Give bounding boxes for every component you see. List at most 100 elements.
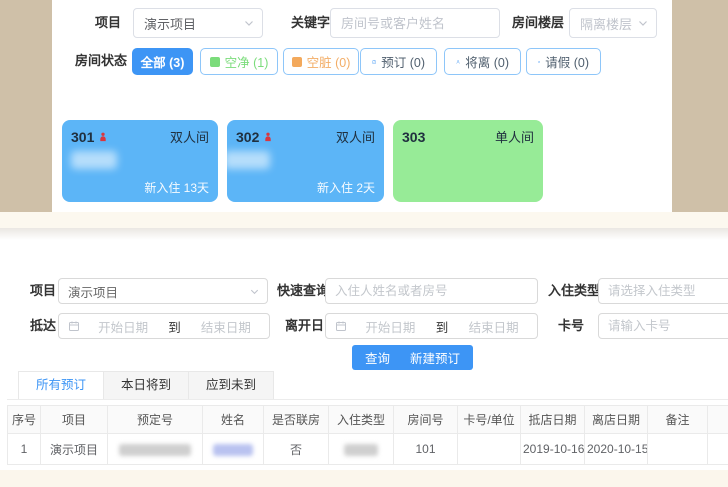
table-header-row: 序号 项目 预定号 姓名 是否联房 入住类型 房间号 卡号/单位 抵店日期 离店… xyxy=(8,406,728,434)
calendar-icon xyxy=(335,320,347,332)
person-icon xyxy=(456,56,460,68)
reservation-tabs: 所有预订 本日将到 应到未到 xyxy=(7,372,728,400)
leave-icon xyxy=(538,56,540,68)
room-card-303[interactable]: 303 单人间 xyxy=(393,120,543,202)
guest-name-redacted xyxy=(224,151,270,169)
room-number: 301 xyxy=(71,129,108,145)
chevron-down-icon xyxy=(243,17,255,29)
cell-card-unit xyxy=(458,434,521,465)
tab-all-reservations[interactable]: 所有预订 xyxy=(18,371,104,399)
cell-project: 演示项目 xyxy=(41,434,108,465)
calendar-icon xyxy=(68,320,80,332)
chevron-down-icon xyxy=(637,17,649,29)
page-background-right xyxy=(672,0,728,212)
tab-expected-not-arrived[interactable]: 应到未到 xyxy=(188,371,274,399)
project-select[interactable]: 演示项目 xyxy=(58,278,268,304)
end-date-placeholder: 结束日期 xyxy=(183,317,269,336)
status-filter-reserved-label: 预订 (0) xyxy=(381,52,425,71)
checkin-type-select[interactable] xyxy=(598,278,728,304)
clipboard-check-icon xyxy=(372,56,376,68)
occupied-person-icon xyxy=(98,132,108,142)
cell-arrive-date: 2019-10-16 xyxy=(521,434,585,465)
status-filter-vacant-clean-label: 空净 (1) xyxy=(225,52,269,71)
status-filter-due-out-label: 将离 (0) xyxy=(465,52,509,71)
status-filter-all-label: 全部 (3) xyxy=(141,52,185,71)
start-date-placeholder: 开始日期 xyxy=(347,317,434,336)
floor-select[interactable]: 隔离楼层 xyxy=(569,8,657,38)
date-range-to-label: 到 xyxy=(434,317,451,336)
col-remark: 备注 xyxy=(648,406,708,434)
chevron-down-icon xyxy=(249,286,260,297)
quick-search-input[interactable] xyxy=(325,278,538,304)
col-seq: 序号 xyxy=(8,406,41,434)
project-select-value: 演示项目 xyxy=(59,282,249,301)
depart-date-label: 离开日 xyxy=(285,313,324,339)
status-filter-on-leave-label: 请假 (0) xyxy=(545,52,589,71)
status-filter-vacant-dirty-label: 空脏 (0) xyxy=(307,52,351,71)
room-number: 302 xyxy=(236,129,273,145)
project-select[interactable]: 演示项目 xyxy=(133,8,263,38)
cell-checkin-type xyxy=(329,434,394,465)
keyword-label: 关键字 xyxy=(291,8,330,38)
depart-date-range[interactable]: 开始日期 到 结束日期 xyxy=(325,313,538,339)
cell-room-no: 101 xyxy=(394,434,458,465)
start-date-placeholder: 开始日期 xyxy=(80,317,166,336)
status-filter-vacant-dirty[interactable]: 空脏 (0) xyxy=(283,48,359,75)
card-number-input[interactable] xyxy=(598,313,728,339)
col-card-unit: 卡号/单位 xyxy=(458,406,521,434)
status-filter-vacant-clean[interactable]: 空净 (1) xyxy=(200,48,278,75)
screen: 项目 演示项目 关键字 房间楼层 隔离楼层 房间状态 全部 (3) 空净 (1)… xyxy=(0,0,728,487)
status-filter-on-leave[interactable]: 请假 (0) xyxy=(526,48,601,75)
vacant-clean-square-icon xyxy=(210,57,220,67)
status-filter-reserved[interactable]: 预订 (0) xyxy=(360,48,437,75)
project-label: 项目 xyxy=(30,278,56,304)
col-name: 姓名 xyxy=(203,406,264,434)
col-checkin-type: 入住类型 xyxy=(329,406,394,434)
guest-name-redacted xyxy=(213,444,253,456)
room-type: 双人间 xyxy=(336,127,375,146)
room-type: 双人间 xyxy=(170,127,209,146)
new-booking-button[interactable]: 新建预订 xyxy=(397,345,473,370)
room-type: 单人间 xyxy=(495,127,534,146)
status-filter-all[interactable]: 全部 (3) xyxy=(132,48,193,75)
keyword-input[interactable] xyxy=(330,8,500,38)
cell-depart-date: 2020-10-15 xyxy=(585,434,648,465)
cell-booking-no xyxy=(108,434,203,465)
col-linked-room: 是否联房 xyxy=(264,406,329,434)
page-bottom-band xyxy=(0,470,728,487)
col-overflow xyxy=(708,406,728,434)
vacant-dirty-square-icon xyxy=(292,57,302,67)
col-booking-no: 预定号 xyxy=(108,406,203,434)
end-date-placeholder: 结束日期 xyxy=(450,317,537,336)
room-card-footer: 新入住 13天 xyxy=(144,179,209,196)
project-select-value: 演示项目 xyxy=(134,14,243,33)
arrive-date-range[interactable]: 开始日期 到 结束日期 xyxy=(58,313,270,339)
col-depart-date: 离店日期 xyxy=(585,406,648,434)
panel-gap xyxy=(0,212,728,228)
col-arrive-date: 抵店日期 xyxy=(521,406,585,434)
room-status-panel: 项目 演示项目 关键字 房间楼层 隔离楼层 房间状态 全部 (3) 空净 (1)… xyxy=(52,0,672,212)
room-status-label: 房间状态 xyxy=(75,47,127,75)
table-row[interactable]: 1 演示项目 否 101 2019-10-16 2020-10-15 xyxy=(8,434,728,465)
checkin-type-label: 入住类型 xyxy=(548,278,600,304)
date-range-to-label: 到 xyxy=(166,317,183,336)
cell-overflow xyxy=(708,434,728,465)
room-card-301[interactable]: 301 双人间 新入住 13天 xyxy=(62,120,218,202)
cell-linked-room: 否 xyxy=(264,434,329,465)
cell-remark xyxy=(648,434,708,465)
floor-select-placeholder: 隔离楼层 xyxy=(570,14,637,33)
reservations-panel: 项目 演示项目 快速查询 入住类型 抵达日 开始日期 到 结束日期 离开日 开始… xyxy=(0,228,728,470)
status-filter-due-out[interactable]: 将离 (0) xyxy=(444,48,521,75)
cell-name xyxy=(203,434,264,465)
col-room-no: 房间号 xyxy=(394,406,458,434)
page-background-left xyxy=(0,0,52,212)
card-number-label: 卡号 xyxy=(558,313,584,339)
panel-top-shadow xyxy=(0,228,728,240)
project-label: 项目 xyxy=(95,8,121,38)
query-button[interactable]: 查询 xyxy=(352,345,403,370)
cell-seq: 1 xyxy=(8,434,41,465)
tab-arriving-today[interactable]: 本日将到 xyxy=(103,371,189,399)
occupied-person-icon xyxy=(263,132,273,142)
booking-no-redacted xyxy=(119,444,191,456)
room-card-302[interactable]: 302 双人间 新入住 2天 xyxy=(227,120,384,202)
